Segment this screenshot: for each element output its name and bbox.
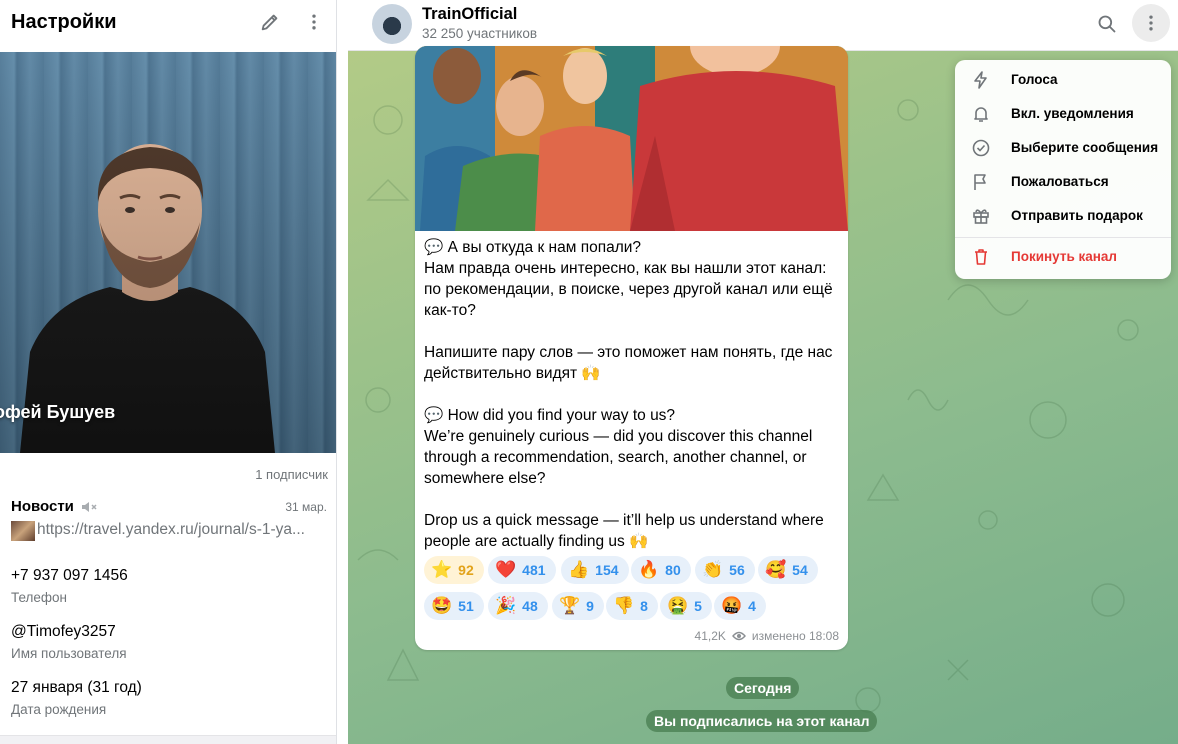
smiling-hearts-icon: 🥰 — [765, 560, 787, 579]
edit-button[interactable] — [256, 8, 284, 36]
menu-divider — [955, 237, 1171, 238]
reaction-angry[interactable]: 🤬 4 — [714, 592, 766, 620]
post-text: 💬 А вы откуда к нам попали? Нам правда о… — [424, 239, 833, 550]
profile-name: офей Бушуев — [0, 402, 116, 422]
reaction-thumbs-up[interactable]: 👍 154 — [561, 556, 629, 584]
gift-icon — [973, 209, 989, 224]
settings-panel: Настройки офей Бушуев 1 подписчик Новост… — [0, 0, 337, 744]
reaction-heart[interactable]: ❤️ 481 — [488, 556, 556, 584]
menu-item-label: Отправить подарок — [1011, 208, 1143, 223]
pencil-icon — [261, 14, 278, 31]
reaction-count: 154 — [595, 562, 619, 578]
post-meta: 41,2K изменено 18:08 — [695, 629, 839, 643]
subscriber-count: 1 подписчик — [255, 467, 328, 482]
reaction-count: 8 — [640, 598, 648, 614]
reaction-count: 4 — [748, 598, 756, 614]
news-thumbnail — [11, 521, 35, 541]
menu-item-select-messages[interactable]: Выберите сообщения — [955, 131, 1171, 165]
reaction-count: 56 — [729, 562, 745, 578]
check-circle-icon — [972, 139, 990, 157]
thumbs-up-icon: 👍 — [568, 560, 590, 579]
menu-item-send-gift[interactable]: Отправить подарок — [955, 199, 1171, 233]
flag-icon — [974, 174, 986, 190]
reaction-count: 80 — [665, 562, 681, 578]
post-image[interactable] — [415, 46, 848, 231]
search-button[interactable] — [1093, 10, 1121, 38]
username-label: Имя пользователя — [11, 646, 127, 661]
menu-item-label: Покинуть канал — [1011, 249, 1117, 264]
username-value[interactable]: @Timofey3257 — [11, 623, 116, 641]
birthday-value[interactable]: 27 января (31 год) — [11, 679, 142, 697]
phone-value[interactable]: +7 937 097 1456 — [11, 567, 128, 585]
chat-header: TrainOfficial 32 250 участников — [348, 0, 1178, 51]
menu-item-label: Вкл. уведомления — [1011, 106, 1134, 121]
channel-avatar[interactable] — [372, 4, 412, 44]
date-pill: Сегодня — [726, 677, 800, 699]
settings-title: Настройки — [11, 11, 117, 33]
menu-item-report[interactable]: Пожаловаться — [955, 165, 1171, 199]
edited-time: изменено 18:08 — [751, 629, 839, 643]
photo-shade — [0, 52, 336, 453]
trash-icon — [975, 249, 987, 265]
party-popper-icon: 🎉 — [495, 596, 517, 615]
birthday-label: Дата рождения — [11, 702, 107, 717]
angry-face-icon: 🤬 — [721, 596, 743, 615]
channel-post: 💬 А вы откуда к нам попали? Нам правда о… — [415, 46, 848, 650]
phone-label: Телефон — [11, 590, 68, 605]
chat-more-button[interactable] — [1132, 4, 1170, 42]
heart-icon: ❤️ — [495, 560, 517, 579]
reaction-star-eyes[interactable]: 🤩 51 — [424, 592, 484, 620]
channel-members: 32 250 участников — [422, 26, 538, 41]
reaction-vomit[interactable]: 🤮 5 — [660, 592, 712, 620]
reaction-count: 481 — [522, 562, 546, 578]
reaction-count: 48 — [522, 598, 538, 614]
menu-item-label: Выберите сообщения — [1011, 140, 1159, 155]
reaction-thumbs-down[interactable]: 👎 8 — [606, 592, 658, 620]
star-icon: ⭐ — [431, 560, 453, 579]
reaction-star[interactable]: ⭐ 92 — [424, 556, 484, 584]
vomit-face-icon: 🤮 — [667, 596, 689, 615]
section-divider — [0, 735, 336, 744]
subscribed-service-message: Вы подписались на этот канал — [646, 710, 878, 732]
news-channel-title[interactable]: Новости — [11, 498, 74, 515]
lightning-icon — [974, 71, 987, 89]
reaction-count: 5 — [694, 598, 702, 614]
reaction-smiling-hearts[interactable]: 🥰 54 — [758, 556, 818, 584]
reaction-clap[interactable]: 👏 56 — [695, 556, 755, 584]
news-link[interactable]: https://travel.yandex.ru/journal/s-1-ya.… — [37, 521, 305, 539]
reaction-fire[interactable]: 🔥 80 — [631, 556, 691, 584]
reaction-count: 51 — [458, 598, 474, 614]
reaction-count: 92 — [458, 562, 474, 578]
menu-item-label: Голоса — [1011, 72, 1058, 87]
eye-icon — [731, 631, 746, 641]
menu-item-notifications[interactable]: Вкл. уведомления — [955, 97, 1171, 131]
muted-speaker-icon — [82, 502, 97, 512]
trophy-icon: 🏆 — [559, 596, 581, 615]
cartoon-people-illustration — [415, 46, 848, 231]
vertical-dots-icon — [312, 14, 316, 30]
clap-icon: 👏 — [702, 560, 724, 579]
menu-item-leave-channel[interactable]: Покинуть канал — [955, 240, 1171, 274]
settings-header: Настройки — [0, 0, 336, 44]
menu-item-label: Пожаловаться — [1011, 174, 1109, 189]
fire-icon: 🔥 — [638, 560, 660, 579]
chat-context-menu: Голоса Вкл. уведомления Выберите сообщен… — [955, 60, 1171, 279]
thumbs-down-icon: 👎 — [613, 596, 635, 615]
star-eyes-icon: 🤩 — [431, 596, 453, 615]
channel-name[interactable]: TrainOfficial — [422, 5, 517, 24]
bell-icon — [974, 107, 988, 122]
news-date: 31 мар. — [285, 500, 327, 514]
search-icon — [1098, 15, 1116, 33]
view-count: 41,2K — [694, 629, 726, 643]
menu-item-voices[interactable]: Голоса — [955, 63, 1171, 97]
reaction-count: 54 — [792, 562, 808, 578]
reaction-trophy[interactable]: 🏆 9 — [552, 592, 604, 620]
vertical-dots-icon — [1149, 15, 1153, 31]
more-options-button[interactable] — [300, 8, 328, 36]
profile-photo[interactable]: офей Бушуев — [0, 52, 336, 453]
reaction-party[interactable]: 🎉 48 — [488, 592, 548, 620]
reaction-count: 9 — [586, 598, 594, 614]
